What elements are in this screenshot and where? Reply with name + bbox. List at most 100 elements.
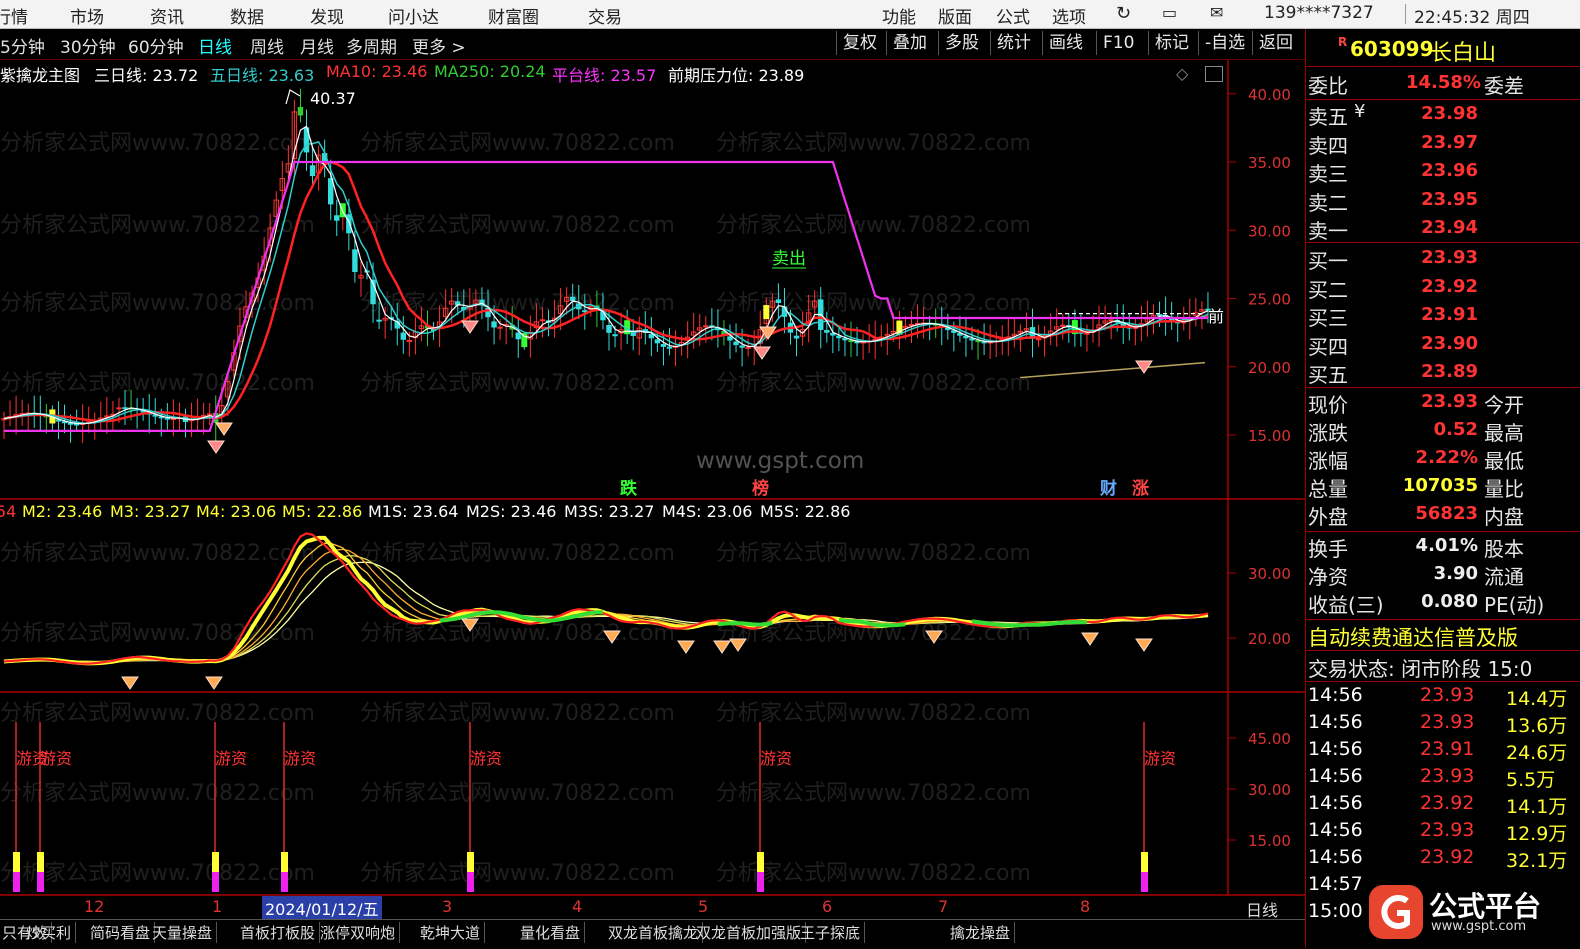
watermark-text: 分析家公式网www.70822.com [360, 541, 675, 566]
sub1-value: M3S: 23.27 [564, 502, 655, 521]
formula-tab[interactable]: 擒龙操盘 [950, 922, 1016, 943]
period-tab-3[interactable]: 日线 [198, 33, 232, 58]
main-ma-value: 平台线: 23.57 [552, 66, 657, 85]
menu-1[interactable]: 市场 [70, 3, 104, 28]
kline-chart-area[interactable]: 40.00 35.00 30.00 25.00 20.00 15.00 30.00 20.00… [0, 60, 1305, 920]
main-axis-label: 35.00 [1248, 154, 1291, 172]
formula-tab[interactable]: 涨停双响炮 [320, 922, 401, 943]
period-tab-6[interactable]: 多周期 [346, 33, 397, 58]
event-marker[interactable]: 财 [1099, 478, 1117, 499]
menu-2[interactable]: 资讯 [150, 3, 184, 28]
tool-button-6[interactable]: 标记 [1148, 31, 1195, 55]
tick-time: 14:56 [1308, 792, 1363, 814]
mail-icon[interactable]: ✉ [1210, 3, 1223, 22]
ad-link[interactable]: 自动续费通达信普及版 [1308, 622, 1518, 652]
date-tick: 7 [938, 897, 949, 916]
event-marker[interactable]: 跌 [620, 479, 638, 499]
menu-divider [1405, 4, 1406, 24]
sell-signal-label: 卖出 [772, 249, 806, 269]
sub1-value: M5: 22.86 [282, 502, 363, 521]
watermark-text: 分析家公式网www.70822.com [360, 371, 675, 396]
event-marker[interactable]: 涨 [1132, 479, 1149, 499]
date-tick: 8 [1080, 897, 1091, 916]
formula-tab[interactable]: 炒买利 [26, 922, 77, 943]
menu-right-2[interactable]: 公式 [996, 3, 1030, 28]
menu-7[interactable]: 交易 [588, 3, 622, 28]
candle-body [727, 336, 733, 341]
signal-bar-bottom [467, 872, 474, 892]
watermark-text: 分析家公式网www.70822.com [716, 213, 1031, 238]
tool-button-4[interactable]: 画线 [1042, 31, 1089, 55]
quote-right-label: 最高 [1484, 421, 1524, 445]
formula-tab[interactable]: 量化看盘 [520, 922, 586, 943]
watermark-text: 分析家公式网www.70822.com [360, 213, 675, 238]
watermark-text: 分析家公式网www.70822.com [360, 131, 675, 156]
account-label[interactable]: 139****7327 [1264, 3, 1374, 23]
formula-tab[interactable]: 天量操盘 [152, 922, 218, 943]
candle-body [739, 345, 745, 348]
period-tab-7[interactable]: 更多 > [412, 33, 466, 58]
candle-body [582, 310, 588, 313]
buy-level-label: 买一 [1308, 249, 1348, 273]
formula-tab[interactable]: 乾坤大道 [420, 922, 486, 943]
sell-level-label: 卖二 [1308, 190, 1348, 215]
main-axis-label: 15.00 [1248, 427, 1291, 445]
stock-code[interactable]: 603099 [1350, 37, 1434, 61]
sub1-value: M2: 23.46 [22, 502, 103, 521]
menu-right-0[interactable]: 功能 [882, 3, 916, 28]
menu-right-1[interactable]: 版面 [938, 3, 972, 28]
menu-right-3[interactable]: 选项 [1052, 3, 1086, 28]
quote-panel: R 603099 长白山 委比 14.58% 委差 卖五 ¥23.98 卖四 23.97 卖三 23.… [1305, 29, 1580, 948]
watermark-text: 分析家公式网www.70822.com [360, 701, 675, 726]
candle-body [745, 346, 751, 349]
tool-button-5[interactable]: F10 [1096, 31, 1140, 55]
period-tab-5[interactable]: 月线 [300, 33, 334, 58]
period-tab-1[interactable]: 30分钟 [60, 33, 116, 58]
formula-tab[interactable]: 简码看盘 [90, 922, 156, 943]
date-tick: 12 [84, 897, 105, 916]
candle-body [328, 178, 334, 205]
tick-volume: 14.1万 [1506, 796, 1568, 818]
tool-button-1[interactable]: 叠加 [886, 31, 933, 55]
youzi-signal-label: 游资 [760, 749, 792, 768]
main-ma-value: 前期压力位: 23.89 [668, 66, 805, 85]
tool-button-2[interactable]: 多股 [938, 31, 985, 55]
menu-6[interactable]: 财富圈 [488, 3, 539, 28]
tool-button-0[interactable]: 复权 [836, 31, 883, 55]
youzi-signal-label: 游资 [284, 749, 316, 768]
main-title: 紫擒龙主图 [0, 66, 81, 85]
tool-button-7[interactable]: -自选 [1198, 31, 1251, 55]
diamond-icon[interactable]: ◇ [1176, 64, 1188, 83]
formula-tab[interactable]: 双龙首板加强版 [696, 922, 807, 943]
period-tab-0[interactable]: 5分钟 [0, 33, 45, 58]
menu-5[interactable]: 问小达 [388, 3, 439, 28]
save-icon[interactable]: ▭ [1162, 3, 1177, 22]
refresh-icon[interactable]: ↻ [1116, 3, 1131, 24]
candle-body [116, 407, 122, 410]
event-marker[interactable]: 榜 [752, 478, 769, 499]
panel-toggle-icon[interactable] [1205, 66, 1223, 82]
formula-tab[interactable]: 首板打板股 [240, 922, 321, 943]
main-axis-label: 25.00 [1248, 291, 1291, 309]
watermark-text: 分析家公式网www.70822.com [360, 781, 675, 806]
tool-button-8[interactable]: 返回 [1252, 31, 1299, 55]
signal-bar-top [13, 852, 20, 872]
tick-price: 23.92 [1420, 846, 1475, 868]
menu-0[interactable]: 行情 [0, 3, 28, 28]
period-tab-4[interactable]: 周线 [250, 33, 284, 58]
candle-body [854, 341, 860, 344]
formula-tab[interactable]: 双龙首板擒龙 [608, 922, 704, 943]
quote-value: 23.93 [1421, 391, 1478, 412]
formula-tab[interactable]: 王子探底 [800, 922, 866, 943]
sub1-value: M1S: 23.64 [368, 502, 459, 521]
period-tab-2[interactable]: 60分钟 [128, 33, 184, 58]
weibi-value: 14.58% [1406, 72, 1481, 93]
menu-4[interactable]: 发现 [310, 3, 344, 28]
tick-time: 14:56 [1308, 846, 1363, 868]
candle-body [733, 341, 739, 346]
stock-name[interactable]: 长白山 [1430, 35, 1496, 67]
sell-level-label: 卖三 [1308, 162, 1348, 186]
tool-button-3[interactable]: 统计 [990, 31, 1037, 55]
tick-price: 23.93 [1420, 711, 1475, 733]
menu-3[interactable]: 数据 [230, 3, 264, 28]
